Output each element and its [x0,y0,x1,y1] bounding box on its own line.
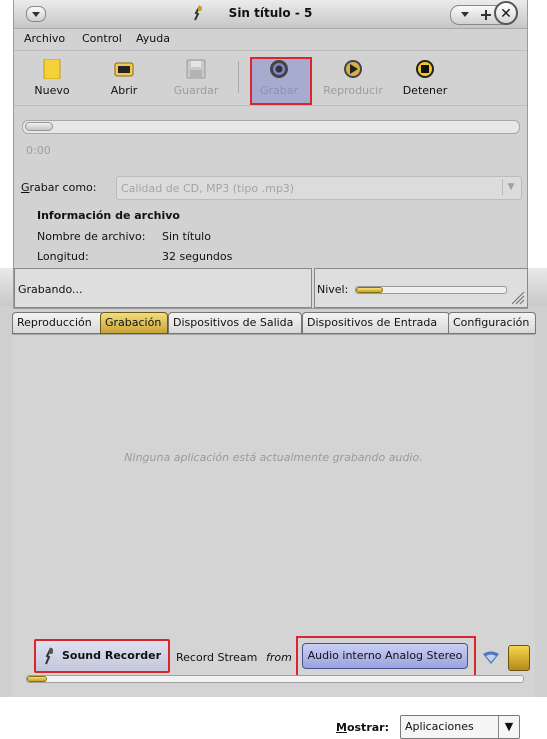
tab-dispositivos-salida[interactable]: Dispositivos de Salida [168,312,302,334]
tab-configuracion[interactable]: Configuración [448,312,536,334]
menu-bar: Archivo Control Ayuda [14,28,527,50]
play-button-label: Reproducir [323,84,383,97]
stop-icon [416,60,434,78]
menu-control[interactable]: Control [82,32,122,45]
record-stream-label: Record Stream [176,651,258,664]
record-as-label-rest: rabar como: [29,181,97,194]
record-button[interactable]: Grabar [245,53,313,103]
tab-label: Dispositivos de Entrada [307,316,438,329]
stop-button[interactable]: Detener [391,53,459,103]
position-slider-handle[interactable] [25,122,53,131]
source-highlight: Audio interno Analog Stereo [296,636,476,678]
filename-label: Nombre de archivo: [37,230,146,243]
chevron-down-icon: ▼ [502,179,519,195]
format-select-value: Calidad de CD, MP3 (tipo .mp3) [121,182,295,195]
stream-level-meter [26,675,524,683]
network-icon[interactable] [482,651,500,665]
volume-control-window: Reproducción Grabación Dispositivos de S… [0,268,547,739]
stream-level-fill [27,676,47,682]
show-filter-value: Aplicaciones [405,720,474,733]
format-select[interactable]: Calidad de CD, MP3 (tipo .mp3) ▼ [116,176,522,200]
level-meter-fill [356,287,383,293]
toolbar: Nuevo Abrir Guardar Grabar Reproducir De… [14,50,527,106]
stream-app-label: Sound Recorder [34,639,170,673]
record-button-label: Grabar [259,84,299,97]
stop-button-label: Detener [402,84,448,97]
sound-recorder-window: Sin título - 5 ✕ Archivo Control Ayuda N… [14,0,528,308]
mostrar-label-rest: ostrar: [346,721,389,734]
length-value: 32 segundos [162,250,233,263]
play-button[interactable]: Reproducir [319,53,387,103]
open-icon [114,62,134,77]
menu-ayuda[interactable]: Ayuda [136,32,170,45]
chevron-down-icon: ▼ [498,716,519,738]
tab-reproduccion[interactable]: Reproducción [12,312,104,334]
length-label: Longitud: [37,250,89,263]
open-button-label: Abrir [110,84,138,97]
tab-grabacion[interactable]: Grabación [100,312,168,334]
status-text: Grabando... [18,283,83,296]
mostrar-label: Mostrar: [336,721,389,734]
new-button-label: Nuevo [34,84,70,97]
menu-archivo[interactable]: Archivo [24,32,65,45]
config-icon[interactable] [508,645,530,671]
recorder-titlebar[interactable]: Sin título - 5 ✕ [14,0,527,29]
tab-dispositivos-entrada[interactable]: Dispositivos de Entrada [302,312,450,334]
save-button-label: Guardar [173,84,219,97]
tab-label: Grabación [105,316,162,329]
close-icon[interactable]: ✕ [494,1,518,25]
resize-grip-icon[interactable] [509,289,525,305]
tab-label: Reproducción [17,316,92,329]
toolbar-separator [238,61,239,93]
status-panel: Grabando... [14,268,312,308]
source-device-button[interactable]: Audio interno Analog Stereo [302,643,468,669]
record-icon [270,60,288,78]
level-label: Nivel: [317,283,349,296]
stream-app-name: Sound Recorder [62,649,162,662]
new-button[interactable]: Nuevo [18,53,86,103]
save-button[interactable]: Guardar [162,53,230,103]
open-button[interactable]: Abrir [90,53,158,103]
level-meter [355,286,507,294]
position-slider[interactable] [22,120,520,134]
status-bar: Grabando... Nivel: [14,268,528,308]
save-icon [186,59,206,79]
record-as-label: Grabar como: [21,181,97,194]
level-panel: Nivel: [314,268,528,308]
empty-message: Ninguna aplicación está actualmente grab… [124,451,423,464]
show-filter-select[interactable]: Aplicaciones ▼ [400,715,520,739]
tab-label: Dispositivos de Salida [173,316,294,329]
play-icon [344,60,362,78]
recording-tab-panel: Ninguna aplicación está actualmente grab… [12,334,535,739]
filename-value: Sin título [162,230,211,243]
microphone-icon [45,647,53,665]
time-label: 0:00 [26,144,51,157]
tab-label: Configuración [453,316,530,329]
from-label: from [266,651,292,664]
file-info-heading: Información de archivo [37,209,180,222]
new-file-icon [43,59,61,79]
